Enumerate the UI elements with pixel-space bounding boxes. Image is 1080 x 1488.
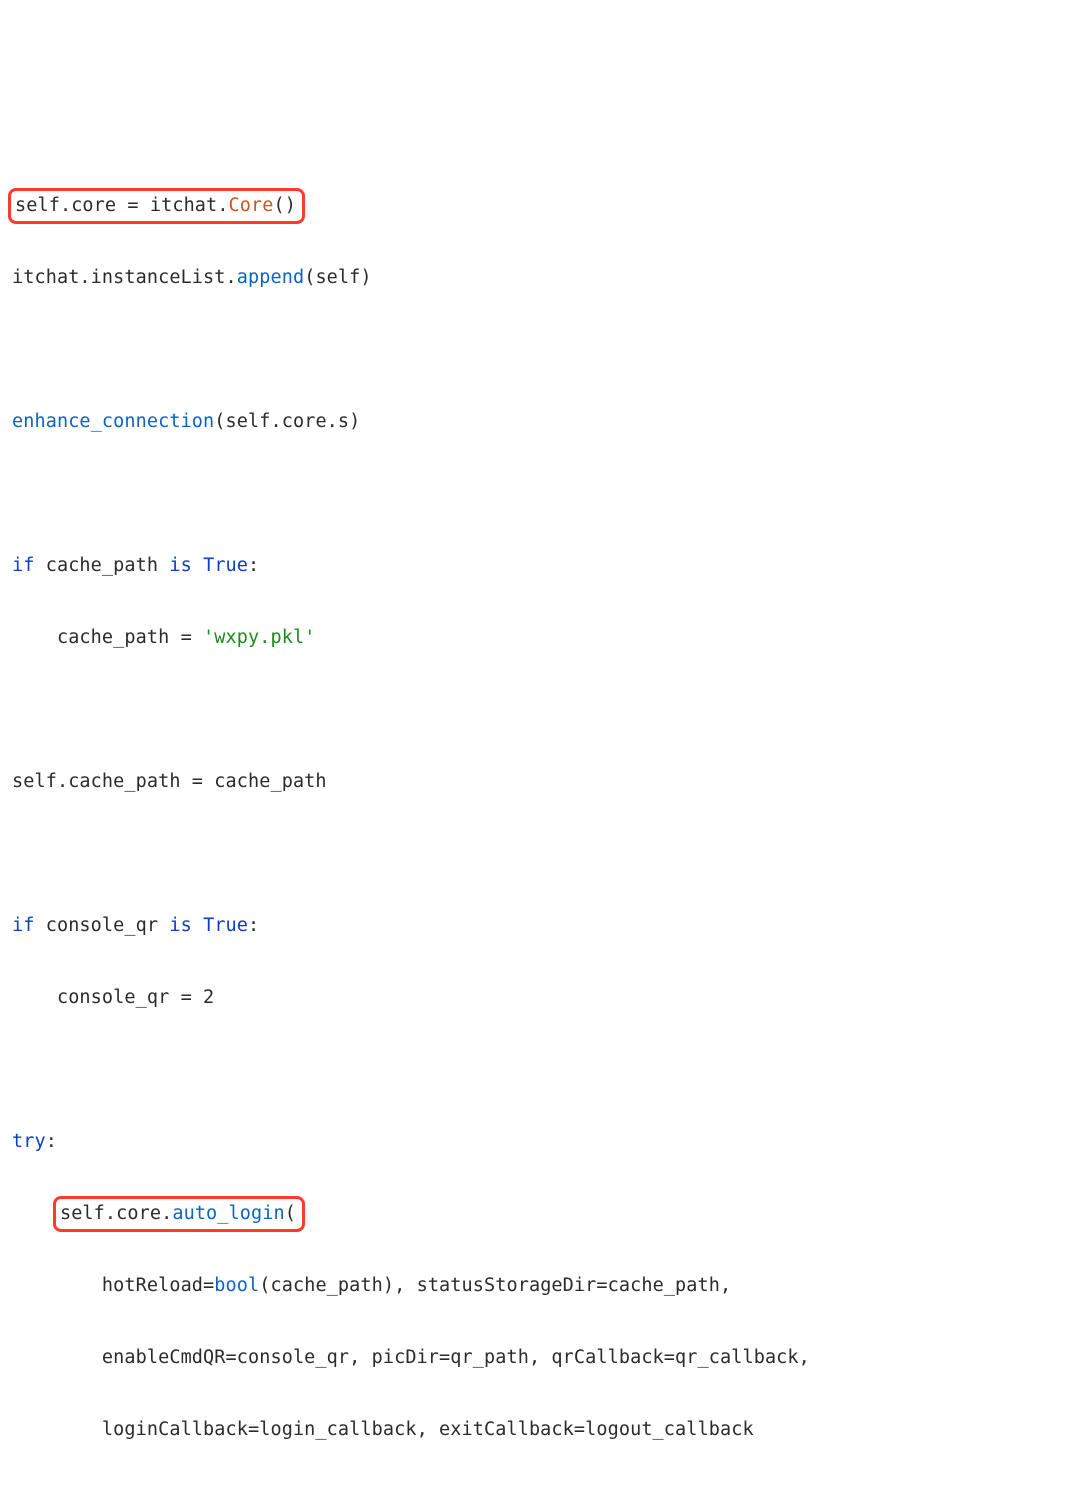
code-line-5 — [12, 476, 1068, 512]
code-token: is — [169, 915, 191, 936]
code-line-8 — [12, 692, 1068, 728]
code-line-17: enableCmdQR=console_qr, picDir=qr_path, … — [12, 1340, 1068, 1376]
code-line-10 — [12, 836, 1068, 872]
code-token: 'wxpy.pkl' — [203, 627, 315, 648]
code-line-2: itchat.instanceList.append(self) — [12, 260, 1068, 296]
code-line-4: enhance_connection(self.core.s) — [12, 404, 1068, 440]
code-line-18: loginCallback=login_callback, exitCallba… — [12, 1412, 1068, 1448]
highlight-box-2: self.core.auto_login( — [53, 1196, 305, 1232]
code-token: True — [203, 555, 248, 576]
code-token: cache_path — [34, 555, 169, 576]
code-line-9: self.cache_path = cache_path — [12, 764, 1068, 800]
code-line-13 — [12, 1052, 1068, 1088]
code-line-14: try: — [12, 1124, 1068, 1160]
code-token: console_qr — [34, 915, 169, 936]
code-token: cache_path = — [12, 627, 203, 648]
code-line-7: cache_path = 'wxpy.pkl' — [12, 620, 1068, 656]
code-token: enableCmdQR=console_qr, picDir=qr_path, … — [12, 1347, 810, 1368]
code-token: enhance_connection — [12, 411, 214, 432]
code-token: (cache_path), statusStorageDir=cache_pat… — [259, 1275, 731, 1296]
code-token: try — [12, 1131, 46, 1152]
code-token: self.core. — [60, 1203, 172, 1224]
code-token: console_qr = 2 — [12, 987, 214, 1008]
code-block: self.core = itchat.Core() itchat.instanc… — [12, 152, 1068, 1488]
code-token: loginCallback=login_callback, exitCallba… — [12, 1419, 754, 1440]
code-token: True — [203, 915, 248, 936]
code-token: bool — [214, 1275, 259, 1296]
code-token: append — [237, 267, 304, 288]
code-token: ( — [285, 1203, 296, 1224]
code-line-1: self.core = itchat.Core() — [12, 188, 1068, 224]
code-line-11: if console_qr is True: — [12, 908, 1068, 944]
code-line-12: console_qr = 2 — [12, 980, 1068, 1016]
code-token: () — [273, 195, 295, 216]
code-line-19: ) — [12, 1484, 1068, 1488]
code-token: hotReload= — [12, 1275, 214, 1296]
code-line-6: if cache_path is True: — [12, 548, 1068, 584]
code-token: self.cache_path = cache_path — [12, 771, 327, 792]
highlight-box-1: self.core = itchat.Core() — [8, 188, 305, 224]
code-line-3 — [12, 332, 1068, 368]
code-token: self.core = itchat. — [15, 195, 229, 216]
code-token — [192, 555, 203, 576]
code-token: : — [248, 555, 259, 576]
code-token: if — [12, 555, 34, 576]
code-token: : — [248, 915, 259, 936]
code-token: (self.core.s) — [214, 411, 360, 432]
code-indent — [12, 1196, 57, 1232]
code-token: auto_login — [172, 1203, 284, 1224]
code-line-15: self.core.auto_login( — [12, 1196, 1068, 1232]
code-token: Core — [229, 195, 274, 216]
code-token: is — [169, 555, 191, 576]
code-token: (self) — [304, 267, 371, 288]
code-token: if — [12, 915, 34, 936]
code-token: : — [46, 1131, 57, 1152]
code-line-16: hotReload=bool(cache_path), statusStorag… — [12, 1268, 1068, 1304]
code-token: itchat.instanceList. — [12, 267, 237, 288]
code-token — [192, 915, 203, 936]
